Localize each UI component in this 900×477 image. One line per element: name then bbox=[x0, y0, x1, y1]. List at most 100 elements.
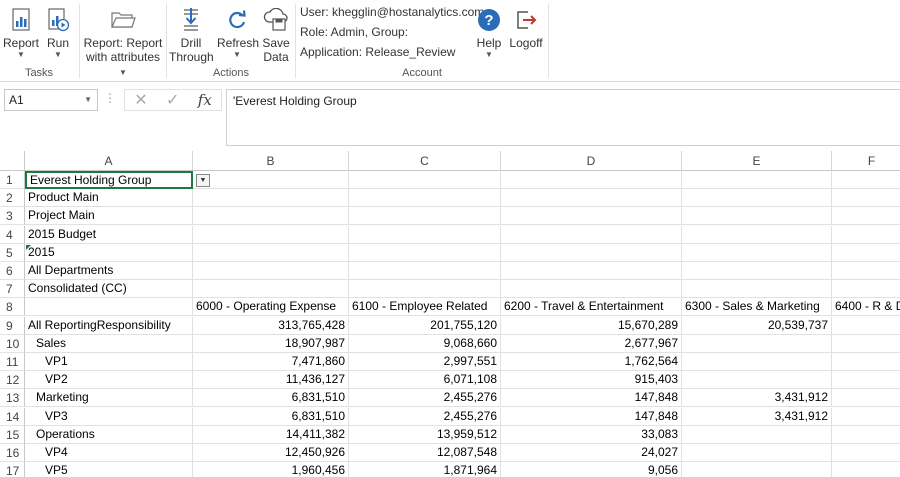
cell-a12[interactable]: VP2 bbox=[25, 371, 193, 390]
cell-a6[interactable]: All Departments bbox=[25, 262, 193, 280]
cell-c17[interactable]: 1,871,964 bbox=[349, 462, 501, 477]
row-header[interactable]: 11 bbox=[0, 353, 25, 371]
cell-c2[interactable] bbox=[349, 189, 501, 208]
cancel-icon[interactable]: ✕ bbox=[134, 90, 147, 110]
row-header[interactable]: 15 bbox=[0, 425, 25, 444]
cell-e1[interactable] bbox=[682, 171, 832, 189]
cell-f12[interactable] bbox=[832, 371, 900, 390]
cell-b12[interactable]: 11,436,127 bbox=[193, 371, 349, 390]
cell-c11[interactable]: 2,997,551 bbox=[349, 353, 501, 371]
cell-a10[interactable]: Sales bbox=[25, 334, 193, 353]
more-options-icon[interactable]: ⋮ bbox=[104, 91, 116, 105]
chevron-down-icon[interactable]: ▼ bbox=[84, 90, 92, 110]
row-header[interactable]: 12 bbox=[0, 371, 25, 390]
cell-b8[interactable]: 6000 - Operating Expense bbox=[193, 298, 349, 317]
cell-f4[interactable] bbox=[832, 226, 900, 244]
member-selector-dropdown-icon[interactable]: ▼ bbox=[196, 174, 210, 187]
column-header-b[interactable]: B bbox=[193, 151, 349, 171]
cell-b17[interactable]: 1,960,456 bbox=[193, 462, 349, 477]
cell-c14[interactable]: 2,455,276 bbox=[349, 407, 501, 426]
row-header[interactable]: 17 bbox=[0, 462, 25, 477]
column-header-c[interactable]: C bbox=[349, 151, 501, 171]
cell-a4[interactable]: 2015 Budget bbox=[25, 225, 193, 244]
cell-c15[interactable]: 13,959,512 bbox=[349, 425, 501, 444]
cell-a5[interactable]: 2015 bbox=[25, 243, 193, 262]
cell-b11[interactable]: 7,471,860 bbox=[193, 353, 349, 371]
cell-d9[interactable]: 15,670,289 bbox=[501, 316, 682, 335]
row-header[interactable]: 13 bbox=[0, 389, 25, 408]
cell-f17[interactable] bbox=[832, 462, 900, 477]
cell-f13[interactable] bbox=[832, 389, 900, 408]
cell-f11[interactable] bbox=[832, 353, 900, 371]
cell-d1[interactable] bbox=[501, 171, 682, 189]
cell-e2[interactable] bbox=[682, 189, 832, 208]
cell-b6[interactable] bbox=[193, 262, 349, 280]
cell-b14[interactable]: 6,831,510 bbox=[193, 407, 349, 426]
column-header-e[interactable]: E bbox=[682, 151, 832, 171]
cell-a13[interactable]: Marketing bbox=[25, 389, 193, 408]
row-header[interactable]: 16 bbox=[0, 444, 25, 462]
cell-d8[interactable]: 6200 - Travel & Entertainment bbox=[501, 298, 682, 317]
cell-c4[interactable] bbox=[349, 225, 501, 244]
cell-f2[interactable] bbox=[832, 189, 900, 208]
cell-e17[interactable] bbox=[682, 462, 832, 477]
cell-c10[interactable]: 9,068,660 bbox=[349, 334, 501, 353]
column-header-a[interactable]: A bbox=[25, 151, 193, 171]
row-header[interactable]: 5 bbox=[0, 243, 25, 262]
drill-through-button[interactable]: Drill Through bbox=[169, 4, 214, 64]
row-header[interactable]: 7 bbox=[0, 280, 25, 299]
cell-b16[interactable]: 12,450,926 bbox=[193, 444, 349, 462]
column-header-f[interactable]: F bbox=[832, 151, 900, 171]
cell-e10[interactable] bbox=[682, 334, 832, 353]
cell-a9[interactable]: All ReportingResponsibility bbox=[25, 316, 193, 335]
cell-c3[interactable] bbox=[349, 207, 501, 226]
cell-d5[interactable] bbox=[501, 243, 682, 262]
cell-c7[interactable] bbox=[349, 280, 501, 299]
cell-f5[interactable] bbox=[832, 244, 900, 262]
cell-e7[interactable] bbox=[682, 280, 832, 299]
cell-b10[interactable]: 18,907,987 bbox=[193, 334, 349, 353]
cell-f8[interactable]: 6400 - R & D bbox=[832, 298, 900, 317]
formula-input[interactable]: 'Everest Holding Group bbox=[226, 89, 900, 146]
cell-c8[interactable]: 6100 - Employee Related bbox=[349, 298, 501, 317]
insert-function-icon[interactable]: fx bbox=[198, 91, 212, 109]
row-header[interactable]: 4 bbox=[0, 225, 25, 244]
cell-c6[interactable] bbox=[349, 262, 501, 280]
run-button[interactable]: Run ▼ bbox=[42, 4, 74, 60]
row-header[interactable]: 14 bbox=[0, 407, 25, 426]
cell-e14[interactable]: 3,431,912 bbox=[682, 407, 832, 426]
cell-c12[interactable]: 6,071,108 bbox=[349, 371, 501, 390]
report-with-attributes-button[interactable]: Report: Report with attributes ▼ bbox=[82, 4, 164, 78]
cell-e3[interactable] bbox=[682, 207, 832, 226]
cell-e11[interactable] bbox=[682, 353, 832, 371]
cell-c16[interactable]: 12,087,548 bbox=[349, 444, 501, 462]
cell-f3[interactable] bbox=[832, 207, 900, 226]
row-header[interactable]: 9 bbox=[0, 316, 25, 335]
cell-e15[interactable] bbox=[682, 425, 832, 444]
cell-f14[interactable] bbox=[832, 408, 900, 426]
row-header[interactable]: 2 bbox=[0, 189, 25, 208]
column-header-d[interactable]: D bbox=[501, 151, 682, 171]
cell-a1[interactable]: Everest Holding Group bbox=[25, 171, 193, 189]
cell-d10[interactable]: 2,677,967 bbox=[501, 334, 682, 353]
cell-e13[interactable]: 3,431,912 bbox=[682, 389, 832, 408]
cell-f16[interactable] bbox=[832, 444, 900, 462]
cell-c5[interactable] bbox=[349, 243, 501, 262]
cell-b13[interactable]: 6,831,510 bbox=[193, 389, 349, 408]
enter-check-icon[interactable]: ✓ bbox=[166, 90, 179, 110]
row-header[interactable]: 6 bbox=[0, 262, 25, 280]
cell-a8[interactable] bbox=[25, 298, 193, 317]
cell-f6[interactable] bbox=[832, 262, 900, 280]
cell-b3[interactable] bbox=[193, 207, 349, 226]
cell-d7[interactable] bbox=[501, 280, 682, 299]
cell-f1[interactable] bbox=[832, 171, 900, 189]
cell-f9[interactable] bbox=[832, 317, 900, 335]
cell-b7[interactable] bbox=[193, 280, 349, 299]
cell-a14[interactable]: VP3 bbox=[25, 407, 193, 426]
cell-d15[interactable]: 33,083 bbox=[501, 425, 682, 444]
cell-b2[interactable] bbox=[193, 189, 349, 208]
cell-e4[interactable] bbox=[682, 225, 832, 244]
cell-c13[interactable]: 2,455,276 bbox=[349, 389, 501, 408]
cell-c9[interactable]: 201,755,120 bbox=[349, 316, 501, 335]
cell-d17[interactable]: 9,056 bbox=[501, 462, 682, 477]
